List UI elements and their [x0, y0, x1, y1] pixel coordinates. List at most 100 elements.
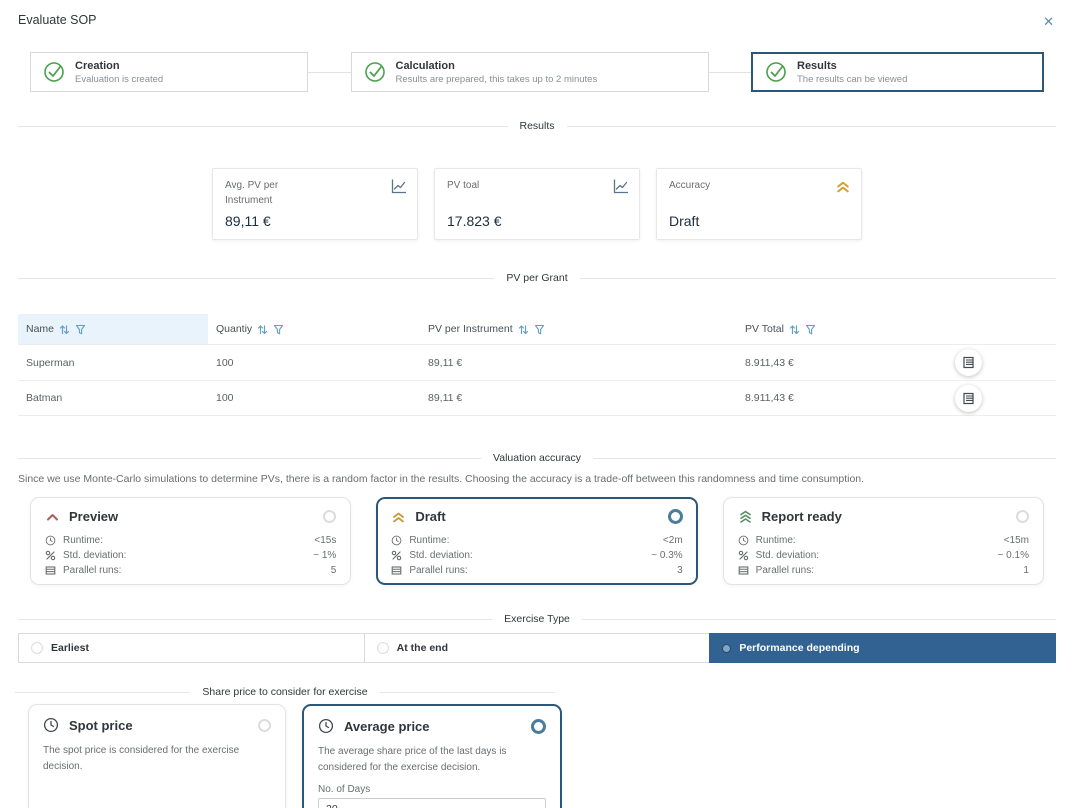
option-title: Spot price: [69, 717, 133, 733]
section-label: Share price to consider for exercise: [202, 686, 368, 698]
pv-total-card: PV toal 17.823 €: [434, 168, 640, 240]
radio-unselected: [376, 642, 389, 654]
accuracy-option-preview[interactable]: Preview Runtime: <15s Std. deviation: ~ 1%…: [30, 497, 352, 585]
days-input[interactable]: [318, 798, 546, 808]
section-divider-results: Results: [18, 120, 1057, 132]
column-header-name[interactable]: Name: [18, 314, 208, 344]
section-label: Valuation accuracy: [493, 452, 581, 464]
section-label: Results: [519, 120, 555, 132]
column-header-pv-per-instrument[interactable]: PV per Instrument: [420, 314, 737, 344]
clock-icon: [43, 717, 59, 733]
chevrons-up-icon: [837, 181, 849, 193]
progress-stepper: Creation Evaluation is created Calculati…: [30, 52, 1044, 92]
parallel-runs-value: 3: [677, 565, 683, 576]
close-icon[interactable]: ✕: [1039, 13, 1058, 30]
parallel-runs-icon: [391, 566, 402, 575]
accuracy-options-row: Preview Runtime: <15s Std. deviation: ~ 1%…: [30, 497, 1044, 585]
document-list-icon: [963, 392, 974, 404]
filter-icon[interactable]: [273, 324, 284, 335]
clock-icon: [391, 535, 402, 546]
parallel-runs-value: 1: [1023, 565, 1029, 576]
section-label: Exercise Type: [504, 613, 570, 625]
triple-chevron-up-icon: [739, 510, 751, 523]
card-label: Avg. PV per Instrument: [225, 180, 279, 206]
cell-name: Batman: [26, 392, 63, 404]
step-subtitle: The results can be viewed: [797, 73, 908, 85]
result-cards-row: Avg. PV per Instrument 89,11 € PV toal 1…: [212, 168, 1074, 240]
runtime-value: <2m: [662, 535, 683, 546]
sort-icon[interactable]: [789, 324, 800, 335]
filter-icon[interactable]: [534, 324, 545, 335]
option-title: Average price: [344, 718, 430, 734]
radio-unselected[interactable]: [258, 718, 271, 732]
table-header-row: Name Quantiy PV per Instrument PV Total: [18, 314, 1056, 344]
segment-earliest[interactable]: Earliest: [18, 633, 364, 663]
step-creation[interactable]: Creation Evaluation is created: [30, 52, 308, 92]
runtime-value: <15s: [314, 535, 337, 546]
sort-icon[interactable]: [59, 324, 70, 335]
segment-at-the-end[interactable]: At the end: [363, 633, 710, 663]
parallel-runs-icon: [738, 566, 749, 575]
line-chart-icon: [613, 178, 629, 194]
dialog-title: Evaluate SOP: [18, 13, 97, 27]
check-circle-icon: [766, 62, 786, 82]
column-header-quantity[interactable]: Quantiy: [208, 314, 420, 344]
section-divider-share-price: Share price to consider for exercise: [15, 686, 556, 698]
radio-unselected: [31, 642, 43, 654]
avg-pv-card: Avg. PV per Instrument 89,11 €: [212, 168, 418, 240]
cell-pv-per-instrument: 89,11 €: [428, 356, 463, 369]
radio-selected[interactable]: [667, 509, 683, 524]
card-value: 89,11 €: [225, 213, 271, 229]
segment-performance-depending[interactable]: Performance depending: [709, 633, 1057, 663]
option-title: Preview: [69, 509, 119, 524]
card-value: Draft: [669, 213, 700, 229]
average-price-option[interactable]: Average price The average share price of…: [302, 704, 562, 808]
cell-quantity: 100: [216, 356, 234, 369]
step-calculation[interactable]: Calculation Results are prepared, this t…: [350, 52, 709, 92]
document-list-icon: [963, 356, 974, 369]
sort-icon[interactable]: [518, 324, 529, 335]
table-row[interactable]: Batman 100 89,11 € 8.911,43 €: [18, 380, 1056, 416]
parallel-runs-value: 5: [330, 565, 337, 576]
radio-selected[interactable]: [531, 718, 546, 734]
option-description: The average share price of the last days…: [318, 746, 507, 773]
days-label: No. of Days: [318, 784, 371, 795]
dialog-header: Evaluate SOP ✕: [0, 0, 1074, 30]
accuracy-card: Accuracy Draft: [656, 168, 862, 240]
radio-unselected[interactable]: [1015, 510, 1029, 523]
clock-icon: [318, 718, 334, 734]
cell-pv-total: 8.911,43 €: [745, 392, 794, 404]
check-circle-icon: [364, 62, 385, 82]
sort-icon[interactable]: [257, 324, 268, 335]
step-title: Creation: [75, 59, 120, 72]
step-results[interactable]: Results The results can be viewed: [751, 52, 1044, 92]
std-deviation-value: ~ 0.1%: [997, 550, 1029, 561]
cell-name: Superman: [26, 356, 75, 369]
cell-pv-total: 8.911,43 €: [745, 356, 794, 369]
table-row[interactable]: Superman 100 89,11 € 8.911,43 €: [18, 344, 1056, 380]
step-title: Results: [797, 59, 837, 72]
card-value: 17.823 €: [447, 213, 502, 229]
section-label: PV per Grant: [506, 272, 568, 284]
cell-pv-per-instrument: 89,11 €: [428, 392, 463, 404]
accuracy-option-report-ready[interactable]: Report ready Runtime: <15m Std. deviation…: [722, 497, 1044, 585]
accuracy-option-draft[interactable]: Draft Runtime: <2m Std. deviation: ~ 0.3% …: [376, 497, 698, 585]
section-divider-valuation-accuracy: Valuation accuracy: [18, 452, 1056, 464]
double-chevron-up-icon: [393, 512, 405, 523]
spot-price-option[interactable]: Spot price The spot price is considered …: [28, 704, 286, 808]
step-connector: [708, 71, 751, 73]
filter-icon[interactable]: [805, 324, 816, 335]
share-price-options-row: Spot price The spot price is considered …: [28, 704, 1074, 808]
percent-icon: [45, 550, 56, 561]
column-header-pv-total[interactable]: PV Total: [737, 314, 947, 344]
filter-icon[interactable]: [75, 324, 86, 335]
clock-icon: [45, 535, 56, 546]
std-deviation-value: ~ 1%: [313, 550, 337, 561]
line-chart-icon: [391, 178, 407, 194]
row-details-button[interactable]: [955, 384, 982, 412]
radio-selected: [722, 643, 732, 653]
row-details-button[interactable]: [955, 349, 982, 376]
percent-icon: [738, 550, 748, 561]
radio-unselected[interactable]: [323, 510, 337, 523]
valuation-description: Since we use Monte-Carlo simulations to …: [18, 473, 865, 485]
